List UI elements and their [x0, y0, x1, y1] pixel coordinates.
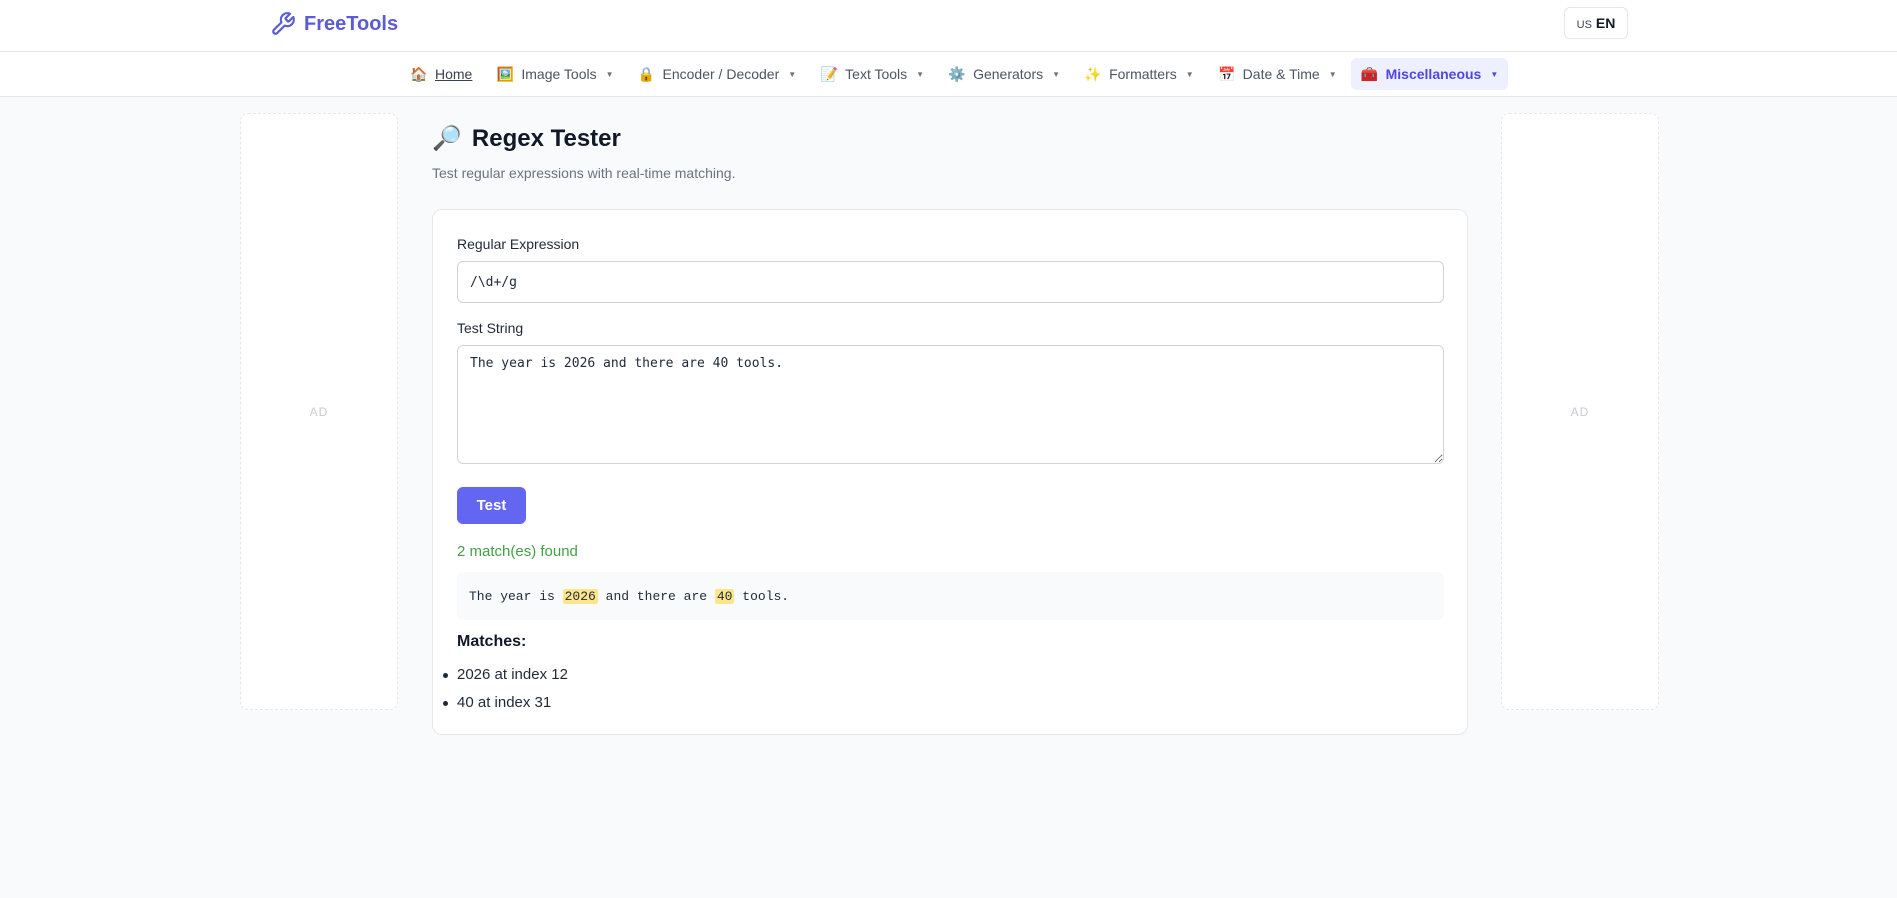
wrench-icon — [272, 12, 295, 35]
nav-item-label: Image Tools — [521, 66, 597, 82]
chevron-down-icon: ▼ — [1185, 69, 1194, 79]
nav-item-image-tools[interactable]: 🖼️ Image Tools ▼ — [486, 58, 623, 90]
lock-icon: 🔒 — [637, 65, 656, 82]
chevron-down-icon: ▼ — [788, 69, 797, 79]
nav-item-generators[interactable]: ⚙️ Generators ▼ — [938, 58, 1070, 90]
chevron-down-icon: ▼ — [1490, 69, 1499, 79]
nav-item-encoder-decoder[interactable]: 🔒 Encoder / Decoder ▼ — [628, 58, 807, 90]
nav-item-label: Encoder / Decoder — [662, 66, 780, 82]
chevron-down-icon: ▼ — [1052, 69, 1061, 79]
nav-items-container: 🏠 Home 🖼️ Image Tools ▼ 🔒 Encoder / Deco… — [400, 58, 1509, 90]
nav-item-formatters[interactable]: ✨ Formatters ▼ — [1074, 58, 1204, 90]
nav-item-miscellaneous[interactable]: 🧰 Miscellaneous ▼ — [1350, 58, 1509, 90]
test-string-label: Test String — [457, 320, 524, 336]
regex-tester-card: Regular Expression Test String Test 2 ma… — [432, 209, 1468, 735]
nav-item-label: Generators — [973, 66, 1044, 82]
highlighted-result: The year is 2026 and there are 40 tools. — [457, 572, 1444, 620]
match-highlight: 2026 — [562, 588, 598, 604]
ad-slot-left: AD — [240, 113, 398, 710]
house-icon: 🏠 — [410, 65, 428, 82]
matches-list: 2026 at index 12 40 at index 31 — [443, 661, 568, 717]
ad-slot-right: AD — [1501, 113, 1659, 710]
language-code: EN — [1595, 15, 1616, 31]
gear-icon: ⚙️ — [948, 65, 966, 82]
top-header: FreeTools US EN — [0, 0, 1897, 52]
chevron-down-icon: ▼ — [1328, 69, 1337, 79]
toolbox-icon: 🧰 — [1360, 65, 1379, 82]
match-count-status: 2 match(es) found — [457, 543, 578, 560]
regex-label: Regular Expression — [457, 236, 580, 252]
result-text: tools. — [734, 588, 790, 604]
result-text: The year is — [469, 588, 563, 604]
magnifying-glass-icon: 🔎 — [432, 125, 462, 152]
brand-logo-link[interactable]: FreeTools — [270, 11, 398, 37]
main-navigation: 🏠 Home 🖼️ Image Tools ▼ 🔒 Encoder / Deco… — [0, 52, 1897, 97]
list-item: 2026 at index 12 — [443, 661, 568, 689]
nav-item-text-tools[interactable]: 📝 Text Tools ▼ — [810, 58, 934, 90]
test-string-textarea[interactable] — [457, 345, 1444, 464]
brand-name: FreeTools — [304, 12, 399, 35]
us-flag-icon: US — [1576, 18, 1592, 31]
page-title: 🔎 Regex Tester — [432, 124, 621, 153]
nav-item-label: Text Tools — [845, 66, 908, 82]
nav-item-label: Date & Time — [1242, 66, 1320, 82]
nav-item-label: Home — [435, 66, 473, 82]
page-title-text: Regex Tester — [471, 124, 621, 152]
chevron-down-icon: ▼ — [916, 69, 925, 79]
nav-item-label: Miscellaneous — [1385, 66, 1482, 82]
sparkles-icon: ✨ — [1084, 65, 1102, 82]
nav-item-date-time[interactable]: 📅 Date & Time ▼ — [1208, 58, 1347, 90]
chevron-down-icon: ▼ — [605, 69, 614, 79]
language-selector-button[interactable]: US EN — [1564, 7, 1628, 39]
page-subtitle: Test regular expressions with real-time … — [432, 165, 736, 181]
memo-icon: 📝 — [820, 65, 838, 82]
regex-input[interactable] — [457, 261, 1444, 303]
nav-item-label: Formatters — [1109, 66, 1177, 82]
list-item: 40 at index 31 — [443, 689, 568, 717]
result-text: and there are — [597, 588, 715, 604]
match-highlight: 40 — [714, 588, 735, 604]
image-icon: 🖼️ — [496, 65, 515, 82]
test-button[interactable]: Test — [457, 487, 526, 524]
nav-item-home[interactable]: 🏠 Home — [400, 58, 482, 90]
matches-heading: Matches: — [457, 633, 527, 650]
calendar-icon: 📅 — [1217, 65, 1236, 82]
